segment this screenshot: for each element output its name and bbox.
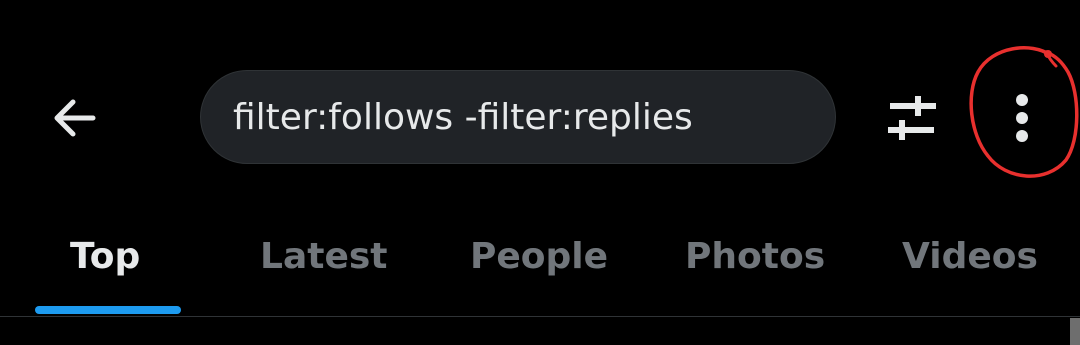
more-options-button[interactable] xyxy=(990,86,1054,150)
search-results-tabs: Top Latest People Photos Videos xyxy=(0,216,1080,316)
tab-label: Top xyxy=(70,236,141,277)
tab-videos[interactable]: Videos xyxy=(882,216,1060,316)
tab-top[interactable]: Top xyxy=(35,216,181,316)
search-filters-button[interactable] xyxy=(880,86,944,150)
tab-latest[interactable]: Latest xyxy=(240,216,410,316)
active-tab-indicator xyxy=(35,306,181,314)
tab-label: Photos xyxy=(685,236,826,277)
arrow-left-icon xyxy=(54,99,96,137)
search-input[interactable]: filter:follows -filter:replies xyxy=(200,70,836,164)
tab-people[interactable]: People xyxy=(450,216,630,316)
search-query-text: filter:follows -filter:replies xyxy=(233,96,693,138)
back-button[interactable] xyxy=(40,86,108,150)
tab-photos[interactable]: Photos xyxy=(665,216,850,316)
tab-label: People xyxy=(470,236,609,277)
tabs-divider xyxy=(0,316,1080,317)
sliders-icon xyxy=(888,96,936,140)
vertical-ellipsis-icon xyxy=(1016,94,1028,142)
tab-label: Latest xyxy=(260,236,388,277)
scrollbar-thumb[interactable] xyxy=(1070,318,1080,345)
tab-label: Videos xyxy=(902,236,1038,277)
